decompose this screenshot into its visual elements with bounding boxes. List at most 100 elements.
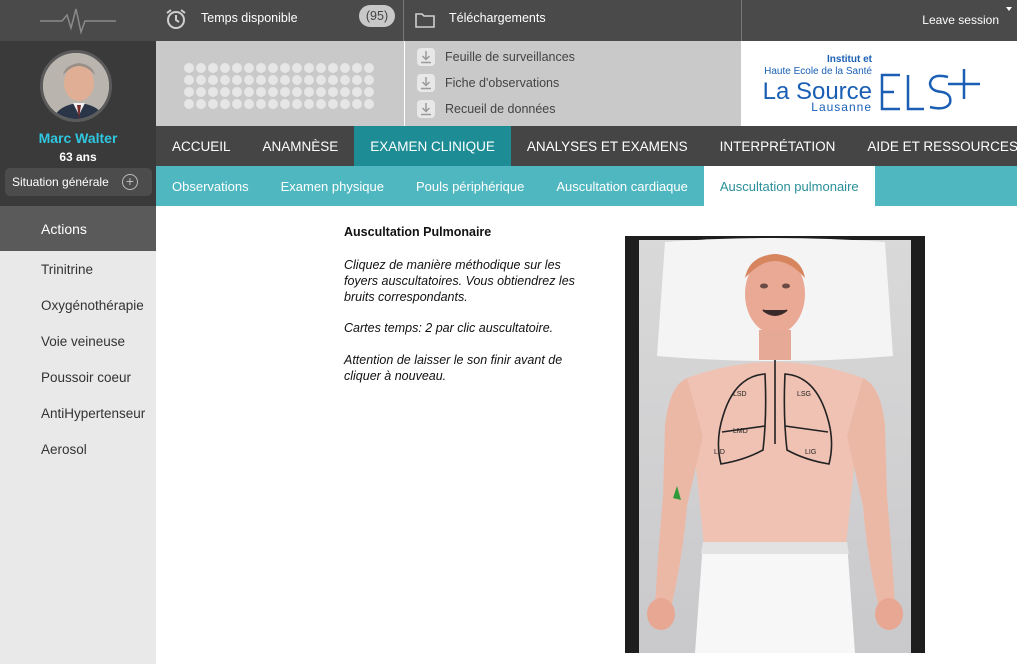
warning-text: Attention de laisser le son finir avant … bbox=[344, 353, 563, 383]
time-card-dot bbox=[328, 75, 338, 85]
time-card-dot bbox=[352, 87, 362, 97]
time-card-dot bbox=[184, 63, 194, 73]
download-fiche-observations[interactable]: Fiche d'observations bbox=[417, 73, 559, 93]
time-card-dot bbox=[316, 99, 326, 109]
time-card-dot bbox=[244, 99, 254, 109]
download-icon bbox=[417, 74, 435, 92]
time-card-dot bbox=[244, 63, 254, 73]
app-logo[interactable] bbox=[0, 0, 156, 41]
time-card-dot bbox=[364, 63, 374, 73]
time-card-dot bbox=[268, 87, 278, 97]
situation-generale-button[interactable]: Situation générale + bbox=[5, 168, 152, 196]
download-icon bbox=[417, 48, 435, 66]
time-card-dot bbox=[184, 75, 194, 85]
brand-city: Lausanne bbox=[811, 100, 872, 114]
lung-label-lmd: LMD bbox=[733, 428, 748, 435]
time-card-dot bbox=[268, 75, 278, 85]
time-card-dot bbox=[232, 87, 242, 97]
patient-avatar bbox=[40, 50, 112, 122]
lung-label-lid: LID bbox=[714, 449, 725, 456]
time-card-dot bbox=[304, 63, 314, 73]
time-card-dot bbox=[208, 99, 218, 109]
alarm-clock-icon bbox=[166, 9, 186, 29]
time-card-dot bbox=[256, 99, 266, 109]
lung-label-lsd: LSD bbox=[733, 391, 747, 398]
time-card-dot bbox=[220, 99, 230, 109]
subtab-auscultation-pulmonaire[interactable]: Auscultation pulmonaire bbox=[703, 166, 875, 206]
download-icon bbox=[417, 100, 435, 118]
downloads-label: Téléchargements bbox=[449, 11, 546, 25]
time-card-dot bbox=[280, 99, 290, 109]
tab-accueil[interactable]: ACCUEIL bbox=[156, 126, 247, 166]
time-card-dot bbox=[280, 87, 290, 97]
time-card-dot bbox=[220, 63, 230, 73]
time-card-dot bbox=[292, 75, 302, 85]
time-card-dot bbox=[292, 87, 302, 97]
time-card-dot bbox=[364, 99, 374, 109]
time-card-dot bbox=[304, 99, 314, 109]
sub-nav: Observations Examen physique Pouls périp… bbox=[156, 166, 1017, 206]
brand-line2: Haute Ecole de la Santé bbox=[764, 66, 872, 77]
time-card-dot bbox=[352, 63, 362, 73]
subtab-auscultation-cardiaque[interactable]: Auscultation cardiaque bbox=[540, 166, 704, 206]
time-cards-grid bbox=[184, 63, 374, 109]
time-card-dot bbox=[232, 99, 242, 109]
download-feuille-surveillances[interactable]: Feuille de surveillances bbox=[417, 47, 575, 67]
plus-circle-icon: + bbox=[122, 174, 138, 190]
action-antihypertenseur[interactable]: AntiHypertenseur bbox=[0, 395, 156, 431]
tab-examen-clinique[interactable]: EXAMEN CLINIQUE bbox=[354, 126, 511, 166]
time-card-dot bbox=[292, 99, 302, 109]
tab-aide-et-ressources[interactable]: AIDE ET RESSOURCES bbox=[851, 126, 1017, 166]
time-card-dot bbox=[316, 75, 326, 85]
time-card-dot bbox=[268, 63, 278, 73]
time-card-dot bbox=[196, 63, 206, 73]
time-label: Temps disponible bbox=[201, 11, 298, 25]
tab-interpretation[interactable]: INTERPRÉTATION bbox=[704, 126, 852, 166]
time-card-dot bbox=[184, 99, 194, 109]
subtab-examen-physique[interactable]: Examen physique bbox=[265, 166, 400, 206]
situation-label: Situation générale bbox=[12, 175, 109, 189]
time-card-dot bbox=[196, 75, 206, 85]
action-trinitrine[interactable]: Trinitrine bbox=[0, 251, 156, 287]
la-source-logo: Institut et Haute Ecole de la Santé La S… bbox=[742, 41, 1017, 126]
patient-card: Marc Walter 63 ans Situation générale + bbox=[0, 41, 156, 206]
time-cards-text: Cartes temps: 2 par clic auscultatoire. bbox=[344, 321, 554, 335]
time-card-dot bbox=[256, 75, 266, 85]
patient-name: Marc Walter bbox=[38, 130, 118, 146]
leave-session-button[interactable]: Leave session bbox=[922, 13, 999, 27]
time-card-dot bbox=[280, 63, 290, 73]
download-recueil-donnees[interactable]: Recueil de données bbox=[417, 99, 556, 119]
subtab-pouls-peripherique[interactable]: Pouls périphérique bbox=[400, 166, 540, 206]
time-card-dot bbox=[256, 63, 266, 73]
content-area: Auscultation Pulmonaire Cliquez de maniè… bbox=[156, 206, 1017, 664]
time-card-dot bbox=[268, 99, 278, 109]
download-label: Fiche d'observations bbox=[445, 76, 560, 90]
time-card-dot bbox=[232, 75, 242, 85]
action-aerosol[interactable]: Aerosol bbox=[0, 431, 156, 467]
els-mark-icon bbox=[880, 69, 980, 111]
instructions-text: Cliquez de manière méthodique sur les fo… bbox=[344, 258, 575, 304]
heartbeat-icon bbox=[40, 8, 116, 35]
time-card-dot bbox=[244, 75, 254, 85]
tab-anamnese[interactable]: ANAMNÈSE bbox=[247, 126, 355, 166]
sidebar: Marc Walter 63 ans Situation générale + … bbox=[0, 0, 156, 664]
action-voie-veineuse[interactable]: Voie veineuse bbox=[0, 323, 156, 359]
subtab-observations[interactable]: Observations bbox=[156, 166, 265, 206]
time-card-dot bbox=[208, 63, 218, 73]
time-card-dot bbox=[220, 87, 230, 97]
actions-header[interactable]: Actions bbox=[0, 206, 156, 251]
main-nav: ACCUEIL ANAMNÈSE EXAMEN CLINIQUE ANALYSE… bbox=[156, 126, 1017, 166]
time-card-dot bbox=[340, 87, 350, 97]
action-poussoir-coeur[interactable]: Poussoir coeur bbox=[0, 359, 156, 395]
actions-list: Trinitrine Oxygénothérapie Voie veineuse… bbox=[0, 251, 156, 467]
time-card-dot bbox=[364, 75, 374, 85]
manikin-auscultation-image[interactable]: LSD LSG LMD LID LIG bbox=[625, 236, 925, 653]
time-card-dot bbox=[340, 99, 350, 109]
time-available: Temps disponible (95) bbox=[156, 0, 404, 41]
tab-analyses-et-examens[interactable]: ANALYSES ET EXAMENS bbox=[511, 126, 704, 166]
downloads-header[interactable]: Téléchargements bbox=[404, 0, 742, 41]
caret-down-icon[interactable] bbox=[1006, 7, 1012, 11]
action-oxygenotherapie[interactable]: Oxygénothérapie bbox=[0, 287, 156, 323]
time-card-dot bbox=[328, 99, 338, 109]
time-card-dot bbox=[340, 63, 350, 73]
